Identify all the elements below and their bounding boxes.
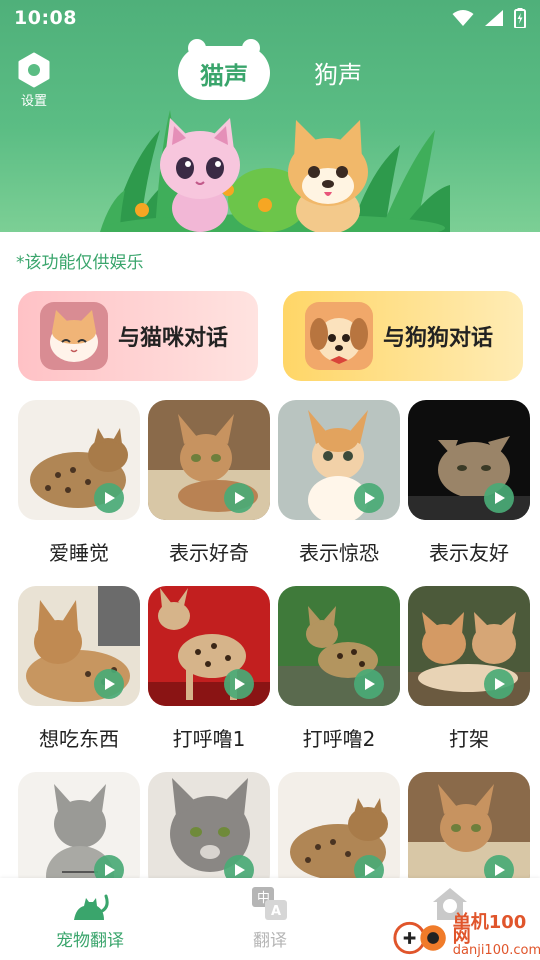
battery-icon (514, 8, 526, 28)
sound-card[interactable]: 表示友好 (408, 400, 530, 586)
cat-photo (278, 400, 400, 520)
nav-translate-label: 翻译 (253, 931, 287, 951)
svg-text:A: A (271, 904, 281, 919)
tab-ear-right (242, 39, 260, 57)
play-icon (365, 864, 375, 876)
cat-photo (278, 586, 400, 706)
play-button[interactable] (94, 669, 124, 699)
play-icon (105, 864, 115, 876)
sound-card[interactable]: 打架 (408, 586, 530, 772)
sound-label: 爱睡觉 (49, 541, 109, 565)
cat-photo (148, 586, 270, 706)
watermark-url: danji100.com (452, 943, 540, 958)
play-button[interactable] (484, 483, 514, 513)
talk-to-cat-label: 与猫咪对话 (118, 326, 229, 351)
play-icon (495, 678, 505, 690)
sound-label: 表示友好 (429, 541, 509, 565)
play-icon (235, 864, 245, 876)
sound-card[interactable]: 打呼噜1 (148, 586, 270, 772)
sound-card[interactable]: 表示好奇 (148, 400, 270, 586)
settings-button[interactable]: 设置 (14, 52, 54, 109)
translate-icon: 中 A (252, 887, 287, 920)
play-button[interactable] (224, 483, 254, 513)
cat-photo (18, 400, 140, 520)
cat-photo (18, 772, 140, 892)
play-button[interactable] (484, 669, 514, 699)
play-button[interactable] (224, 669, 254, 699)
tab-dog-sounds[interactable]: 狗声 (298, 52, 378, 92)
play-button[interactable] (354, 669, 384, 699)
sound-label: 想吃东西 (39, 727, 119, 751)
sound-label: 打架 (449, 727, 489, 751)
play-icon (495, 864, 505, 876)
sound-card[interactable]: 表示惊恐 (278, 400, 400, 586)
nav-pet-translate[interactable]: 宠物翻译 (30, 886, 150, 951)
sound-card[interactable]: 打呼噜2 (278, 586, 400, 772)
wifi-icon (452, 10, 474, 26)
play-icon (105, 492, 115, 504)
watermark-logo-icon (393, 921, 446, 955)
cat-photo (408, 400, 530, 520)
watermark-text: 单机100网 danji100.com (452, 912, 540, 958)
tab-dog-label: 狗声 (314, 60, 362, 89)
sound-label: 打呼噜1 (172, 727, 246, 751)
nav-translate[interactable]: 中 A 翻译 (210, 886, 330, 951)
talk-to-dog-button[interactable]: 与狗狗对话 (283, 291, 523, 381)
status-time: 10:08 (14, 7, 77, 29)
dog-avatar (305, 302, 373, 370)
play-icon (105, 678, 115, 690)
sound-label: 表示惊恐 (299, 541, 379, 565)
site-watermark: 单机100网 danji100.com (390, 912, 540, 958)
tab-cat-label: 猫声 (200, 61, 248, 90)
cat-photo (408, 772, 530, 892)
cat-photo (148, 772, 270, 892)
play-button[interactable] (94, 483, 124, 513)
cat-icon (74, 894, 109, 920)
nav-pet-label: 宠物翻译 (56, 931, 124, 951)
sound-label: 打呼噜2 (302, 727, 376, 751)
cat-photo (18, 586, 140, 706)
cat-photo (278, 772, 400, 892)
signal-icon (485, 10, 503, 26)
cat-sound-grid: 爱睡觉 表示好奇 表示惊恐 表示友好 想吃东西 打呼噜1 打呼噜2 打架 (18, 400, 530, 958)
watermark-title: 单机100网 (452, 912, 527, 947)
talk-to-dog-label: 与狗狗对话 (383, 326, 494, 351)
cat-photo (148, 400, 270, 520)
gear-icon (18, 52, 50, 88)
sound-card[interactable]: 爱睡觉 (18, 400, 140, 586)
sound-card[interactable]: 想吃东西 (18, 586, 140, 772)
play-icon (235, 678, 245, 690)
settings-label: 设置 (20, 94, 47, 109)
tab-ear-left (188, 39, 206, 57)
play-icon (365, 492, 375, 504)
status-icons (452, 8, 526, 28)
play-button[interactable] (354, 483, 384, 513)
talk-to-cat-button[interactable]: 与猫咪对话 (18, 291, 258, 381)
play-icon (365, 678, 375, 690)
play-icon (235, 492, 245, 504)
cat-avatar (40, 302, 108, 370)
status-bar: 10:08 (0, 0, 540, 36)
entertainment-notice: *该功能仅供娱乐 (16, 253, 144, 273)
play-icon (495, 492, 505, 504)
cat-dog-banner-illustration (100, 110, 450, 232)
sound-label: 表示好奇 (169, 541, 249, 565)
cat-photo (408, 586, 530, 706)
cartoon-dog (288, 120, 368, 232)
header: 10:08 设置 猫声 狗声 (0, 0, 540, 232)
